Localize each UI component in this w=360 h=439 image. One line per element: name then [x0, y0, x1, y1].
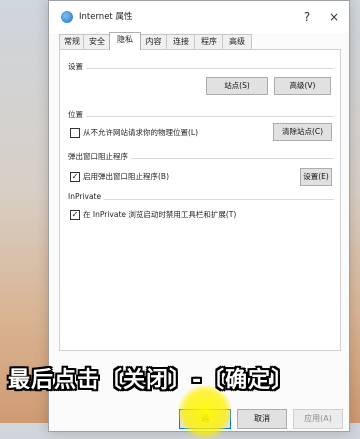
popup-checkbox-row[interactable]: ✓ 启用弹出窗口阻止程序(B) — [70, 171, 169, 182]
title-bar: Internet 属性 ? × — [49, 1, 349, 33]
internet-globe-icon — [61, 11, 73, 23]
cancel-button[interactable]: 取消 — [237, 409, 287, 429]
popup-group-label: 弹出窗口阻止程序 — [68, 151, 131, 162]
inprivate-divider — [68, 199, 334, 200]
inprivate-group-label: InPrivate — [68, 192, 105, 201]
tab-content[interactable]: 内容 — [139, 34, 168, 49]
tab-general[interactable]: 常规 — [59, 34, 85, 49]
apply-button[interactable]: 应用(A) — [293, 409, 343, 429]
sites-button[interactable]: 站点(S) — [206, 77, 268, 95]
tab-advanced[interactable]: 高级 — [222, 34, 252, 49]
location-divider — [68, 116, 334, 117]
clear-sites-button[interactable]: 清除站点(C) — [273, 123, 332, 141]
advanced-button[interactable]: 高级(V) — [274, 77, 331, 95]
tab-security[interactable]: 安全 — [83, 34, 111, 49]
settings-divider — [68, 68, 334, 69]
tab-strip: 常规 安全 隐私 内容 连接 程序 高级 — [59, 32, 341, 50]
popup-checkbox-label: 启用弹出窗口阻止程序(B) — [83, 172, 169, 181]
instruction-caption: 最后点击〔关闭〕-〔确定〕 — [8, 368, 295, 393]
location-checkbox-label: 从不允许网站请求你的物理位置(L) — [83, 128, 199, 137]
privacy-panel: 设置 站点(S) 高级(V) 位置 从不允许网站请求你的物理位置(L) 清除站点… — [59, 49, 341, 351]
help-button[interactable]: ? — [296, 7, 318, 27]
inprivate-checkbox[interactable]: ✓ — [70, 209, 80, 220]
tab-privacy[interactable]: 隐私 — [109, 32, 141, 50]
popup-checkbox[interactable]: ✓ — [70, 171, 80, 182]
inprivate-checkbox-row[interactable]: ✓ 在 InPrivate 浏览启动时禁用工具栏和扩展(T) — [70, 209, 236, 220]
settings-group-label: 设置 — [68, 61, 86, 72]
location-checkbox[interactable] — [70, 127, 80, 138]
tab-programs[interactable]: 程序 — [194, 34, 224, 49]
location-group-label: 位置 — [68, 109, 86, 120]
tab-connections[interactable]: 连接 — [166, 34, 196, 49]
inprivate-checkbox-label: 在 InPrivate 浏览启动时禁用工具栏和扩展(T) — [83, 210, 237, 219]
close-button[interactable]: × — [323, 7, 345, 27]
window-title: Internet 属性 — [79, 12, 133, 22]
popup-settings-button[interactable]: 设置(E) — [300, 168, 332, 186]
location-checkbox-row[interactable]: 从不允许网站请求你的物理位置(L) — [70, 127, 198, 138]
